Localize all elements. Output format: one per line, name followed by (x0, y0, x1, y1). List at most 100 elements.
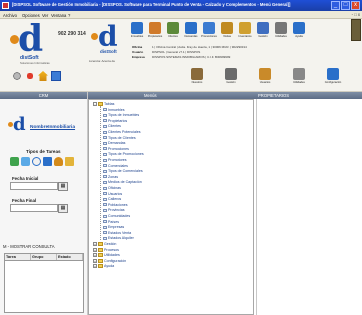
folder-icon (98, 242, 103, 247)
end-date-input[interactable] (10, 204, 58, 212)
show-query-button[interactable]: M - MOSTRAR CONSULTA (3, 244, 55, 249)
tree-item[interactable]: Promotores (103, 158, 127, 162)
tree-item[interactable]: Provincias (103, 208, 125, 212)
document-task-icon[interactable] (43, 157, 52, 166)
tree-connector (100, 106, 101, 241)
secondary-button-nuestros[interactable]: Nuestros (186, 67, 208, 89)
menu-opciones[interactable]: Opciones (22, 13, 40, 18)
expand-icon[interactable]: + (93, 253, 97, 258)
toolbar-button-clientes[interactable]: Clientes (164, 21, 182, 43)
email-task-icon[interactable] (21, 157, 30, 166)
minimize-button[interactable]: _ (331, 1, 340, 10)
close-button[interactable]: x (351, 1, 360, 10)
tree-node[interactable]: + Configuración (93, 259, 126, 263)
tree-item[interactable]: Propietarios (103, 119, 127, 123)
tree-item[interactable]: Empresas (103, 225, 124, 229)
menu-bar: Archivo Opciones Ver Ventana ? - □ x (0, 11, 362, 19)
col-estado[interactable]: Estado (57, 254, 83, 260)
tree-item[interactable]: Oficinas (103, 186, 121, 190)
start-date-calendar-button[interactable]: ▦ (58, 182, 68, 191)
secondary-button-gestión[interactable]: Gestión (220, 67, 242, 89)
tree-item[interactable]: Tipos de Clientes (103, 136, 136, 140)
tree-item[interactable]: Calleros (103, 197, 121, 201)
envelope-task-icon[interactable] (65, 157, 74, 166)
menu-ventana[interactable]: Ventana (51, 13, 66, 18)
tree-node-tablas[interactable]: - Tablas (93, 102, 114, 107)
record-icon[interactable] (12, 71, 22, 81)
info-value: DISPSOL | General v7.1 | DISSPOS (152, 50, 201, 54)
record-icon-red[interactable] (25, 71, 35, 81)
folder-icon (98, 247, 103, 252)
toolbar-button-visitas[interactable]: Visitas (218, 21, 236, 43)
tree-item[interactable]: Clientes (103, 124, 121, 128)
tree-item[interactable]: Inmuebles (103, 108, 125, 112)
collapse-icon[interactable]: - (93, 102, 97, 107)
tree-label: Poblaciones (108, 202, 128, 207)
tree-item[interactable]: Países (103, 220, 119, 224)
agency-name[interactable]: NombreInmobiliaria (30, 125, 75, 130)
expand-icon[interactable]: + (93, 242, 97, 247)
tree-item[interactable]: Tipos de Comerciales (103, 169, 143, 173)
toolbar-button-demandas[interactable]: Demandas (182, 21, 200, 43)
table-icon (103, 231, 107, 235)
start-date-input[interactable] (10, 182, 58, 190)
toolbar-button-inmuebles[interactable]: Inmuebles (128, 21, 146, 43)
expand-icon[interactable]: + (93, 247, 97, 252)
tree-node[interactable]: + Procesos (93, 248, 119, 252)
at-task-icon[interactable] (32, 157, 41, 166)
tree-item[interactable]: Comerciales (103, 164, 128, 168)
exit-door-icon[interactable] (351, 19, 361, 41)
secondary-button-configuración[interactable]: Configuración (322, 67, 344, 89)
toolbar-button-ayuda[interactable]: Ayuda (290, 21, 308, 43)
people-task-icon[interactable] (54, 157, 63, 166)
phone-task-icon[interactable] (10, 157, 19, 166)
tree-item[interactable]: Usuarios (103, 192, 122, 196)
menu-ver[interactable]: Ver (42, 13, 48, 18)
tree-item[interactable]: Estados Alquiler (103, 236, 134, 240)
logo-dot-small (91, 33, 98, 40)
expand-icon[interactable]: + (93, 258, 97, 263)
toolbar-button-propietarios[interactable]: Propietarios (146, 21, 164, 43)
table-icon (103, 175, 107, 179)
col-grupo[interactable]: Grupo (31, 254, 57, 260)
end-date-calendar-button[interactable]: ▦ (58, 204, 68, 213)
secondary-button-label: Utilidades (293, 81, 305, 84)
tree-item[interactable]: Zonas (103, 175, 118, 179)
tree-node[interactable]: + Utilidades (93, 253, 120, 258)
toolbar-label: Propietarios (147, 35, 163, 38)
tasks-table[interactable]: Tarea Grupo Estado (4, 253, 84, 313)
tree-item[interactable]: Comunidades (103, 214, 130, 218)
square-icon[interactable] (51, 71, 61, 81)
person-card-icon (225, 68, 237, 80)
menu-archivo[interactable]: Archivo (3, 13, 17, 18)
secondary-button-utilidades[interactable]: Utilidades (288, 67, 310, 89)
tree-node[interactable]: + Gestión (93, 242, 116, 247)
secondary-button-usuarios[interactable]: Usuarios (254, 67, 276, 89)
home-icon[interactable] (38, 71, 48, 81)
col-tarea[interactable]: Tarea (5, 254, 31, 260)
toolbar-button-utilidades[interactable]: Utilidades (272, 21, 290, 43)
toolbar-button-promociones[interactable]: Promociones (200, 21, 218, 43)
tree-item[interactable]: Tipos de Inmuebles (103, 113, 139, 117)
tree-item[interactable]: Estados Venta (103, 231, 131, 235)
maximize-button[interactable]: □ (341, 1, 350, 10)
tree-item[interactable]: Poblaciones (103, 203, 128, 207)
table-icon (103, 236, 107, 240)
secondary-toolbar: Nuestros Gestión Usuarios Utilidades Configu… (186, 67, 344, 89)
tree-item[interactable]: Tipos de Promociones (103, 152, 144, 156)
table-icon (103, 164, 107, 168)
window-titlebar: [DISPSOL Software de Gestión Inmobiliari… (0, 0, 362, 11)
tree-item[interactable]: Clientes Potenciales (103, 130, 141, 134)
toolbar-button-inventarios[interactable]: Inventarios (236, 21, 254, 43)
toolbar-button-gestión[interactable]: Gestión (254, 21, 272, 43)
logo-letter-small: d (98, 20, 118, 53)
tree-item[interactable]: Demandas (103, 141, 125, 145)
toolbar-label: Gestión (258, 35, 268, 38)
tree-item[interactable]: Promociones (103, 147, 129, 151)
menu-help[interactable]: ? (68, 13, 70, 18)
expand-icon[interactable]: + (93, 264, 97, 269)
mdi-controls[interactable]: - □ x (352, 12, 360, 17)
tree-item[interactable]: Medios de Captación (103, 180, 142, 184)
tree-node[interactable]: + Ayuda (93, 264, 114, 269)
license-label[interactable]: Licencia: Acerca de (89, 59, 115, 63)
